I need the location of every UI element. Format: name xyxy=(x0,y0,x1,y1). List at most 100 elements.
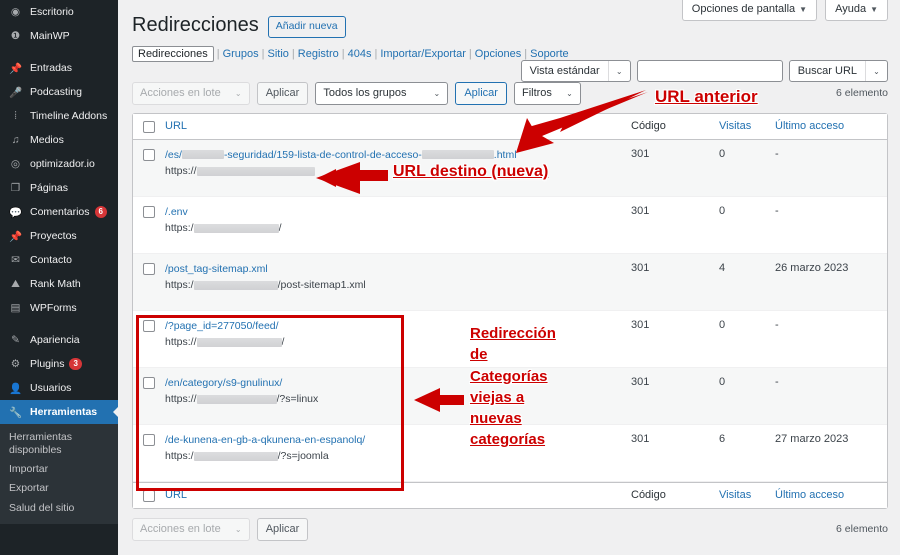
screen-options-button[interactable]: Opciones de pantalla ▼ xyxy=(681,0,818,21)
view-mode-select[interactable]: Vista estándar ⌄ xyxy=(520,60,631,82)
sidebar-item-proyectos[interactable]: 📌 Proyectos xyxy=(0,224,118,248)
sidebar-item-label: Herramientas xyxy=(30,405,98,418)
sidebar-item-apariencia[interactable]: ✎ Apariencia xyxy=(0,328,118,352)
search-target-select[interactable]: Buscar URL ⌄ xyxy=(788,60,888,82)
sidebar-item-usuarios[interactable]: 👤 Usuarios xyxy=(0,376,118,400)
subnav-item-importar-exportar[interactable]: Importar/Exportar xyxy=(380,48,466,60)
row-checkbox[interactable] xyxy=(143,262,155,275)
sidebar-item-p-ginas[interactable]: ❐ Páginas xyxy=(0,176,118,200)
sidebar-item-wpforms[interactable]: ▤ WPForms xyxy=(0,296,118,320)
search-row: Vista estándar ⌄ Buscar URL ⌄ xyxy=(520,60,888,82)
sidebar-submenu-item[interactable]: Salud del sitio xyxy=(0,499,118,518)
row-source-url[interactable]: /.env xyxy=(165,205,623,220)
row-source-url-text: /de-kunena-en-gb-a-qkunena-en-espanolq/ xyxy=(165,433,366,446)
subnav-item-soporte[interactable]: Soporte xyxy=(530,48,569,60)
column-header-hits[interactable]: Visitas xyxy=(719,120,775,132)
column-footer-url[interactable]: URL xyxy=(165,489,631,501)
comment-icon: 💬 xyxy=(8,206,23,219)
chevron-down-icon: ⌄ xyxy=(433,88,441,98)
sidebar-submenu-item[interactable]: Importar xyxy=(0,460,118,479)
table-header-row: URL Código Visitas Último acceso xyxy=(133,113,887,140)
sidebar-item-contacto[interactable]: ✉ Contacto xyxy=(0,248,118,272)
row-checkbox[interactable] xyxy=(143,433,155,446)
annotation-categories: Redirección de Categorías viejas a nueva… xyxy=(470,325,556,449)
column-footer-last-access[interactable]: Último acceso xyxy=(775,489,887,501)
table-row[interactable]: /.env https:/ / 301 0 - xyxy=(133,197,887,254)
redacted-segment xyxy=(193,224,279,234)
bulk-actions-select-footer[interactable]: Acciones en lote ⌄ xyxy=(132,517,250,541)
sidebar-item-plugins[interactable]: ⚙ Plugins 3 xyxy=(0,352,118,376)
add-new-button[interactable]: Añadir nueva xyxy=(267,16,346,38)
subnav-item-grupos[interactable]: Grupos xyxy=(223,48,259,60)
search-target-value: Buscar URL xyxy=(797,65,857,77)
view-mode-value: Vista estándar xyxy=(529,65,600,77)
sidebar-item-label: Entradas xyxy=(30,61,73,74)
help-button[interactable]: Ayuda ▼ xyxy=(825,0,888,21)
filters-select[interactable]: Filtros ⌄ xyxy=(513,81,581,105)
user-icon: 👤 xyxy=(8,382,23,395)
bulk-actions-value: Acciones en lote xyxy=(140,87,221,100)
row-last-access: 26 marzo 2023 xyxy=(775,261,849,274)
search-input[interactable] xyxy=(636,60,783,82)
apply-group-button[interactable]: Aplicar xyxy=(455,81,507,105)
row-checkbox[interactable] xyxy=(143,148,155,161)
group-filter-select[interactable]: Todos los grupos ⌄ xyxy=(315,81,449,105)
column-footer-hits[interactable]: Visitas xyxy=(719,489,775,501)
row-target-url-suffix: / xyxy=(278,221,282,234)
sidebar-item-optimizador-io[interactable]: ◎ optimizador.io xyxy=(0,152,118,176)
sidebar-item-rank-math[interactable]: ⛰ Rank Math xyxy=(0,272,118,296)
table-row[interactable]: /post_tag-sitemap.xml https:/ /post-sitema… xyxy=(133,253,887,311)
sidebar-item-label: Medios xyxy=(30,133,64,146)
apply-bulk-button[interactable]: Aplicar xyxy=(256,81,309,105)
sidebar-item-podcasting[interactable]: 🎤 Podcasting xyxy=(0,80,118,104)
chevron-down-icon: ▼ xyxy=(799,5,808,14)
row-select-cell xyxy=(133,376,165,389)
sidebar-item-timeline-addons[interactable]: ⦙ Timeline Addons xyxy=(0,104,118,128)
plugin-icon: ⚙ xyxy=(10,358,21,370)
table-footer-row: URL Código Visitas Último acceso xyxy=(133,481,887,508)
sidebar-item-mainwp[interactable]: ❶ MainWP xyxy=(0,24,118,48)
row-source-url[interactable]: /post_tag-sitemap.xml xyxy=(165,262,623,277)
screenshot-root: ◉ Escritorio ❶ MainWP 📌 Entradas 🎤 Podcasting ⦙ T… xyxy=(0,0,900,555)
pin-icon: 📌 xyxy=(8,230,23,243)
row-target-url: https:/ / xyxy=(165,221,623,237)
subnav-item-registro[interactable]: Registro xyxy=(298,48,339,60)
select-all-checkbox-footer[interactable] xyxy=(143,489,155,502)
redacted-segment xyxy=(196,338,282,348)
select-all-checkbox[interactable] xyxy=(143,120,155,133)
column-footer-code: Código xyxy=(631,489,666,502)
main-content: Opciones de pantalla ▼ Ayuda ▼ Redireccion… xyxy=(118,0,900,555)
column-header-url[interactable]: URL xyxy=(165,120,631,132)
subnav-item-opciones[interactable]: Opciones xyxy=(475,48,521,60)
subnav-item-redirecciones[interactable]: Redirecciones xyxy=(132,45,214,62)
annotation-destination-url: URL destino (nueva) xyxy=(393,163,549,180)
subnav-item-sitio[interactable]: Sitio xyxy=(268,48,289,60)
row-url-cell: /?page_id=277050/feed/https:// / xyxy=(165,319,631,351)
sidebar-item-comentarios[interactable]: 💬 Comentarios 6 xyxy=(0,200,118,224)
row-source-url-text-post: .html xyxy=(493,148,517,161)
chevron-down-icon: ⌄ xyxy=(607,61,630,81)
sidebar-item-entradas[interactable]: 📌 Entradas xyxy=(0,56,118,80)
row-hits: 0 xyxy=(719,147,726,160)
sidebar-item-escritorio[interactable]: ◉ Escritorio xyxy=(0,0,118,24)
row-checkbox[interactable] xyxy=(143,205,155,218)
sidebar-item-label: Proyectos xyxy=(30,229,77,242)
sidebar-item-herramientas[interactable]: 🔧 Herramientas xyxy=(0,400,118,424)
column-header-last-access[interactable]: Último acceso xyxy=(775,120,887,132)
row-checkbox[interactable] xyxy=(143,319,155,332)
row-source-url[interactable]: /es/ -seguridad/159-lista-de-control-de-a… xyxy=(165,148,623,163)
sidebar-item-label: Escritorio xyxy=(30,5,74,18)
row-target-url-suffix: /?s=linux xyxy=(276,392,319,405)
bulk-actions-select[interactable]: Acciones en lote ⌄ xyxy=(132,81,250,105)
subnav-item-404s[interactable]: 404s xyxy=(348,48,372,60)
row-hits: 6 xyxy=(719,432,726,445)
media-icon: ♫ xyxy=(11,134,20,146)
row-hits: 0 xyxy=(719,318,726,331)
sidebar-item-medios[interactable]: ♫ Medios xyxy=(0,128,118,152)
sidebar-item-label: Usuarios xyxy=(30,381,72,394)
sidebar-submenu-item[interactable]: Exportar xyxy=(0,479,118,498)
row-checkbox[interactable] xyxy=(143,376,155,389)
apply-bulk-button-footer[interactable]: Aplicar xyxy=(256,517,309,541)
sidebar-submenu-item[interactable]: Herramientas disponibles xyxy=(0,428,118,460)
row-url-cell: /de-kunena-en-gb-a-qkunena-en-espanolq/h… xyxy=(165,433,631,465)
